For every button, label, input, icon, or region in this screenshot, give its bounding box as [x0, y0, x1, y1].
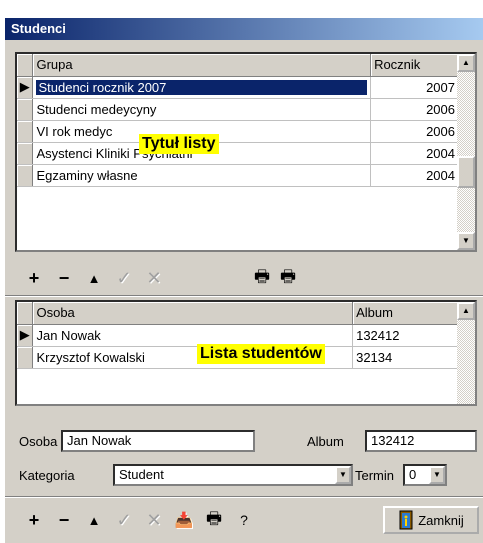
group-year[interactable]: 2007	[370, 76, 459, 99]
column-header-osoba[interactable]: Osoba	[32, 302, 354, 325]
printer-icon[interactable]: 🖶	[201, 507, 227, 533]
row-indicator-icon: ▶	[17, 324, 34, 347]
divider	[5, 295, 483, 297]
scroll-thumb[interactable]	[457, 156, 475, 188]
printer-icon[interactable]: 🖶	[249, 265, 275, 291]
table-row[interactable]: Asystenci Kliniki Psychiatrii 2004	[17, 142, 459, 165]
help-button[interactable]: ?	[231, 507, 257, 533]
close-button[interactable]: Zamknij	[383, 506, 479, 534]
table-row[interactable]: VI rok medyc 2006	[17, 120, 459, 143]
group-year[interactable]: 2006	[370, 98, 459, 121]
window-title: Studenci	[5, 18, 483, 40]
delete-button[interactable]: −	[51, 265, 77, 291]
add-button[interactable]: +	[21, 265, 47, 291]
students-grid-header: Osoba Album	[17, 302, 459, 325]
kategoria-select[interactable]: Student ▼	[113, 464, 353, 486]
group-name[interactable]: Studenci medeycyny	[32, 98, 372, 121]
column-header-grupa[interactable]: Grupa	[32, 54, 372, 77]
import-icon[interactable]: 📥	[171, 507, 197, 533]
groups-grid[interactable]: Grupa Rocznik ▶ Studenci rocznik 2007 20…	[15, 52, 477, 252]
divider	[5, 496, 483, 498]
scroll-down-icon[interactable]: ▼	[457, 232, 475, 250]
cancel-button[interactable]: ✕	[141, 507, 167, 533]
students-scrollbar[interactable]: ▲	[457, 302, 475, 404]
confirm-button[interactable]: ✓	[111, 265, 137, 291]
add-button[interactable]: +	[21, 507, 47, 533]
confirm-button[interactable]: ✓	[111, 507, 137, 533]
termin-value: 0	[409, 467, 417, 482]
student-list-annotation: Lista studentów	[197, 344, 325, 364]
kategoria-value: Student	[119, 467, 164, 482]
move-up-button[interactable]: ▲	[81, 265, 107, 291]
chevron-down-icon[interactable]: ▼	[335, 466, 351, 484]
osoba-label: Osoba	[19, 434, 58, 449]
table-row[interactable]: ▶ Studenci rocznik 2007 2007	[17, 76, 459, 99]
list-title-annotation: Tytuł listy	[139, 134, 219, 154]
groups-grid-header: Grupa Rocznik	[17, 54, 459, 77]
group-name: Studenci rocznik 2007	[35, 78, 369, 96]
group-name[interactable]: Egzaminy własne	[32, 164, 372, 187]
chevron-down-icon[interactable]: ▼	[429, 466, 445, 484]
delete-button[interactable]: −	[51, 507, 77, 533]
scroll-up-icon[interactable]: ▲	[457, 54, 475, 72]
table-row[interactable]: Egzaminy własne 2004	[17, 164, 459, 187]
column-header-album[interactable]: Album	[352, 302, 459, 325]
album-label: Album	[307, 434, 344, 449]
group-year[interactable]: 2004	[370, 164, 459, 187]
cancel-button[interactable]: ✕	[141, 265, 167, 291]
groups-scrollbar[interactable]: ▲ ▼	[457, 54, 475, 250]
scroll-up-icon[interactable]: ▲	[457, 302, 475, 320]
termin-select[interactable]: 0 ▼	[403, 464, 447, 486]
row-indicator-icon: ▶	[17, 76, 34, 99]
table-row[interactable]: Studenci medeycyny 2006	[17, 98, 459, 121]
close-button-label: Zamknij	[418, 512, 464, 528]
groups-toolbar: + − ▲ ✓ ✕ 🖶 🖶	[5, 260, 483, 296]
table-row[interactable]: ▶ Jan Nowak 132412	[17, 324, 459, 347]
print-list-icon[interactable]: 🖶	[275, 265, 301, 291]
exit-door-icon	[399, 510, 413, 530]
move-up-button[interactable]: ▲	[81, 507, 107, 533]
osoba-field[interactable]: Jan Nowak	[61, 430, 255, 452]
student-album[interactable]: 32134	[352, 346, 459, 369]
student-album[interactable]: 132412	[352, 324, 459, 347]
student-name[interactable]: Jan Nowak	[32, 324, 354, 347]
studenci-window: Studenci Grupa Rocznik ▶ Studenci roczni…	[5, 18, 483, 543]
column-header-rocznik[interactable]: Rocznik	[370, 54, 459, 77]
group-year[interactable]: 2004	[370, 142, 459, 165]
album-field[interactable]: 132412	[365, 430, 477, 452]
termin-label: Termin	[355, 468, 395, 483]
group-year[interactable]: 2006	[370, 120, 459, 143]
kategoria-label: Kategoria	[19, 468, 75, 483]
